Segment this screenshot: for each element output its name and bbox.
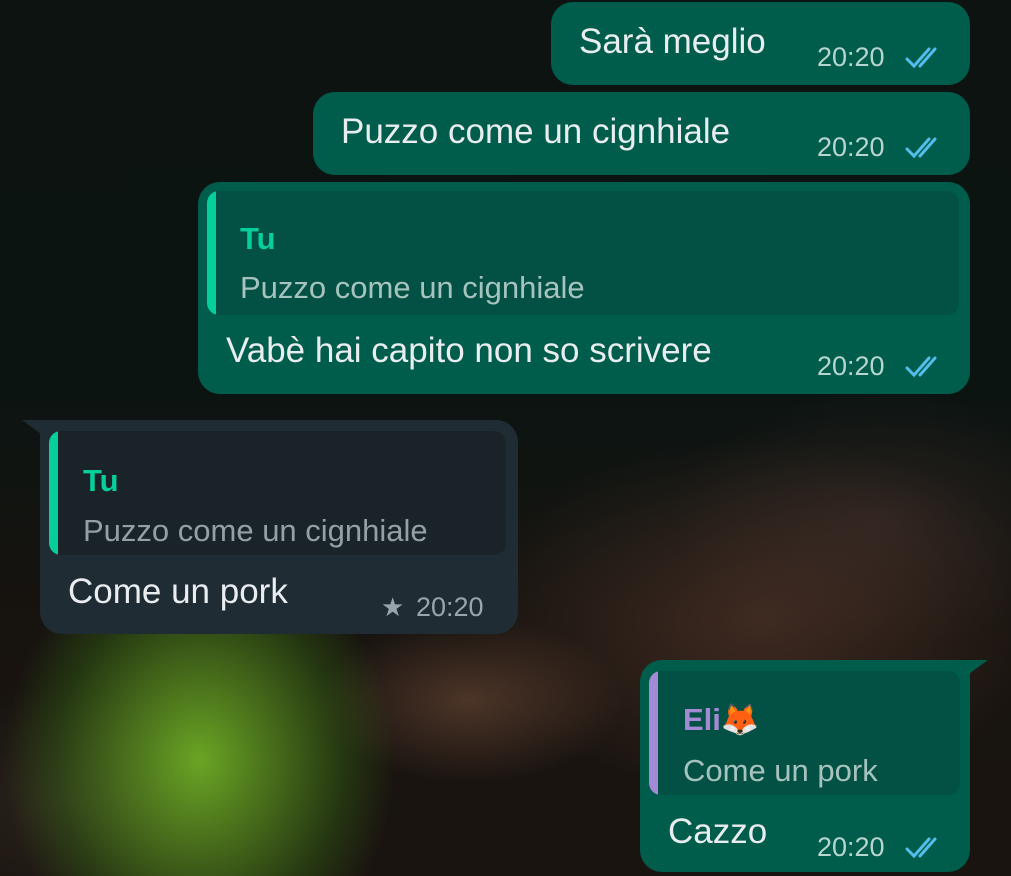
quoted-message[interactable]: Eli🦊 Come un pork <box>649 671 960 795</box>
double-check-read-icon <box>905 837 937 859</box>
quote-text: Come un pork <box>683 753 878 788</box>
quote-author: Tu <box>83 463 119 498</box>
quote-author: Eli🦊 <box>683 702 760 737</box>
message-bubble[interactable]: Eli🦊 Come un pork Cazzo 20:20 <box>640 660 970 872</box>
message-time: 20:20 <box>817 42 885 72</box>
message-time: 20:20 <box>817 351 885 381</box>
double-check-read-icon <box>905 356 937 378</box>
quote-accent-bar <box>649 671 658 795</box>
message-bubble[interactable]: Tu Puzzo come un cignhiale Vabè hai capi… <box>198 182 970 394</box>
message-bubble[interactable]: Puzzo come un cignhiale 20:20 <box>313 92 970 175</box>
message-time: 20:20 <box>817 132 885 162</box>
message-bubble[interactable]: Sarà meglio 20:20 <box>551 2 970 85</box>
message-text: Come un pork <box>68 572 288 611</box>
quoted-message[interactable]: Tu Puzzo come un cignhiale <box>49 431 506 555</box>
quote-text: Puzzo come un cignhiale <box>83 513 428 548</box>
double-check-read-icon <box>905 47 937 69</box>
quoted-message[interactable]: Tu Puzzo come un cignhiale <box>207 191 959 315</box>
message-text: Cazzo <box>668 812 768 851</box>
message-time: 20:20 <box>416 592 484 622</box>
quote-text: Puzzo come un cignhiale <box>240 270 585 305</box>
star-icon: ★ <box>381 592 405 622</box>
message-text: Vabè hai capito non so scrivere <box>226 331 712 370</box>
quote-author: Tu <box>240 221 276 256</box>
quote-accent-bar <box>207 191 216 315</box>
message-time: 20:20 <box>817 832 885 862</box>
double-check-read-icon <box>905 137 937 159</box>
message-bubble[interactable]: Tu Puzzo come un cignhiale Come un pork … <box>40 420 518 634</box>
message-text: Puzzo come un cignhiale <box>341 112 731 151</box>
quote-accent-bar <box>49 431 58 555</box>
message-text: Sarà meglio <box>579 22 766 61</box>
